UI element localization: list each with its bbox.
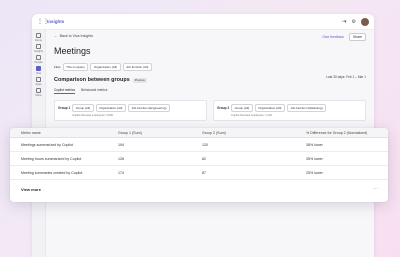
cell-difference: 25% lower <box>306 170 323 175</box>
group-1-subtext: Copilot licensed employees: 3,500 <box>72 114 113 117</box>
group-1-chip-group[interactable]: Group (All) <box>72 104 94 112</box>
rail-item-home[interactable]: Home <box>35 33 42 42</box>
section-title: Comparison between groups Preview <box>54 77 147 83</box>
cell-metric-name: Meeting hours summarized by Copilot <box>21 156 82 161</box>
group-2-chip-job-function[interactable]: Job function (Marketing) <box>286 104 327 112</box>
home-icon <box>35 33 41 38</box>
table-header: Metric name Group 1 (Sum) Group 2 (Sum) … <box>10 128 388 138</box>
col-header-group-2[interactable]: Group 2 (Sum) <box>202 131 306 135</box>
app-name: Insights <box>47 19 65 24</box>
filter-chip-organization[interactable]: Organization (All) <box>90 63 121 71</box>
back-link[interactable]: ← Back to Viva Insights <box>54 34 366 38</box>
header-actions: Give feedback Share <box>322 33 366 41</box>
filter-chip-job-function[interactable]: Job function (All) <box>122 63 152 71</box>
cell-difference: 35% lower <box>306 156 323 161</box>
group-2-subtext: Copilot licensed employees: 1,100 <box>231 114 272 117</box>
top-bar: ⋮⋮ Insights ◔▾ ⚙ <box>32 14 374 30</box>
page-title: Meetings <box>54 46 91 56</box>
col-header-group-1[interactable]: Group 1 (Sum) <box>118 131 202 135</box>
avatar[interactable] <box>361 17 369 26</box>
more-options-icon[interactable]: ··· <box>373 186 378 192</box>
rail-item-apps[interactable]: Apps <box>35 77 41 86</box>
more-icon <box>35 88 41 93</box>
settings-icon[interactable]: ⚙ <box>352 19 356 25</box>
back-arrow-icon: ← <box>54 34 58 38</box>
metric-tabs: Copilot metrics Behavioral metrics <box>54 88 366 94</box>
preview-badge: Preview <box>132 77 147 83</box>
group-2-chip-organization[interactable]: Organization (All) <box>254 104 285 112</box>
table-row: Meeting summaries created by Copilot 174… <box>10 166 388 180</box>
rail-item-people[interactable]: People <box>34 55 43 64</box>
rail-item-viva[interactable]: Viva <box>36 66 41 75</box>
cell-metric-name: Meeting summaries created by Copilot <box>21 170 83 175</box>
cell-group-1: 174 <box>118 170 124 175</box>
group-1-chip-organization[interactable]: Organization (All) <box>95 104 126 112</box>
group-1-card: Group 1 Group (All) Organization (All) J… <box>54 100 207 121</box>
app-launcher-icon[interactable]: ⋮⋮ <box>37 18 49 25</box>
col-header-difference[interactable]: % Difference for Group 2 (Normalized) <box>306 131 388 135</box>
help-icon[interactable]: ◔▾ <box>341 19 347 25</box>
cell-group-1: 128 <box>118 156 124 161</box>
top-right-controls: ◔▾ ⚙ <box>341 17 369 26</box>
col-header-metric-name[interactable]: Metric name <box>10 131 118 135</box>
filter-label: Filter <box>54 65 61 69</box>
group-1-label: Group 1 <box>58 106 71 110</box>
filter-bar: Filter This company Organization (All) J… <box>54 63 366 71</box>
rail-item-insights[interactable]: Insights <box>34 44 43 53</box>
cell-difference: 38% lower <box>306 142 323 147</box>
feedback-link[interactable]: Give feedback <box>322 35 344 39</box>
comparison-table-card: Metric name Group 1 (Sum) Group 2 (Sum) … <box>10 128 388 202</box>
date-range[interactable]: Last 30 days: Feb 1 – Mar 1 <box>326 75 366 79</box>
group-2-card: Group 2 Group (All) Organization (All) J… <box>213 100 366 121</box>
cell-metric-name: Meetings summarized by Copilot <box>21 142 74 147</box>
table-row: Meetings summarized by Copilot 194 120 3… <box>10 138 388 152</box>
table-footer: View more ··· <box>10 180 388 198</box>
group-selectors: Group 1 Group (All) Organization (All) J… <box>54 100 366 121</box>
viva-icon <box>36 66 41 71</box>
cell-group-1: 194 <box>118 142 124 147</box>
cell-group-2: 82 <box>202 156 206 161</box>
rail-item-more[interactable]: More <box>35 88 41 97</box>
table-row: Meeting hours summarized by Copilot 128 … <box>10 152 388 166</box>
group-1-chip-job-function[interactable]: Job function (Engineering) <box>127 104 170 112</box>
share-button[interactable]: Share <box>348 33 366 41</box>
view-more-button[interactable]: View more <box>21 187 41 192</box>
insights-icon <box>35 44 41 49</box>
filter-chip-company[interactable]: This company <box>62 63 89 71</box>
cell-group-2: 120 <box>202 142 208 147</box>
tab-copilot-metrics[interactable]: Copilot metrics <box>54 88 76 94</box>
apps-icon <box>35 77 41 82</box>
cell-group-2: 87 <box>202 170 206 175</box>
group-2-label: Group 2 <box>217 106 230 110</box>
tab-behavioral-metrics[interactable]: Behavioral metrics <box>81 88 107 94</box>
people-icon <box>35 55 41 60</box>
group-2-chip-group[interactable]: Group (All) <box>231 104 253 112</box>
